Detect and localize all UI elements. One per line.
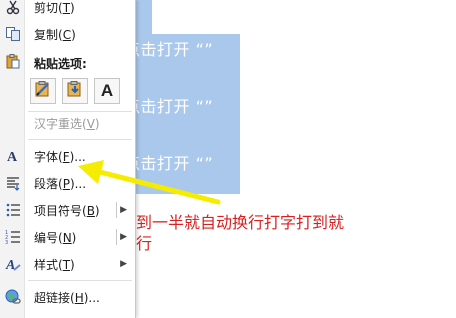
annotation-arrow-layer (78, 160, 221, 205)
yellow-arrow-icon (78, 160, 221, 205)
